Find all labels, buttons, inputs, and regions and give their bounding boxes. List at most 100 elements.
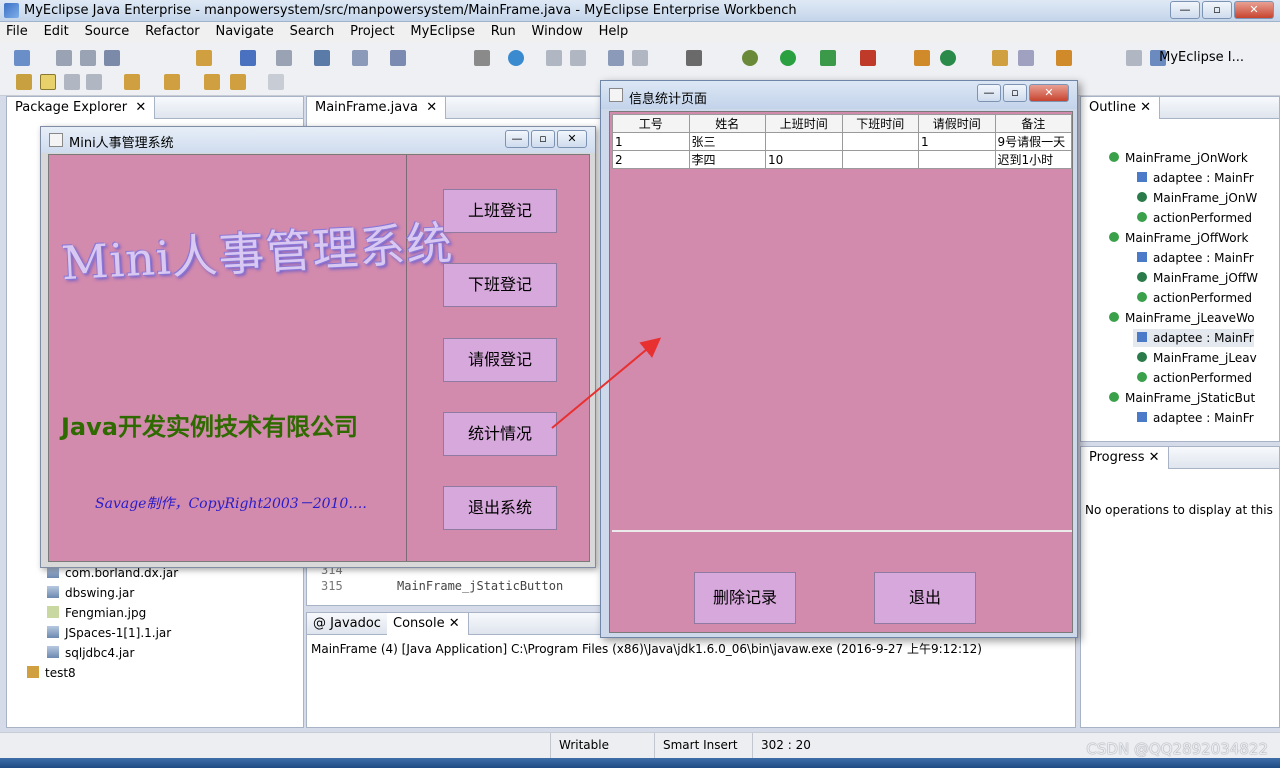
outline-item[interactable]: MainFrame_jLeaveWo bbox=[1109, 309, 1255, 327]
run-icon[interactable] bbox=[780, 50, 796, 66]
menu-file[interactable]: File bbox=[0, 22, 34, 39]
outline-item[interactable]: MainFrame_jOffW bbox=[1137, 269, 1258, 287]
tree-item-jspaces-jar[interactable]: JSpaces-1[1].1.jar bbox=[47, 624, 171, 642]
next-annotation-icon[interactable] bbox=[124, 74, 140, 90]
print-icon[interactable] bbox=[104, 50, 120, 66]
block-select-icon[interactable] bbox=[64, 74, 80, 90]
tools-icon[interactable] bbox=[632, 50, 648, 66]
menu-run[interactable]: Run bbox=[485, 22, 522, 39]
mini-close-button[interactable]: ✕ bbox=[557, 130, 587, 148]
db-icon[interactable] bbox=[546, 50, 562, 66]
outline-item[interactable]: actionPerformed bbox=[1137, 289, 1252, 307]
outline-item[interactable]: adaptee : MainFr bbox=[1137, 249, 1254, 267]
menu-help[interactable]: Help bbox=[593, 22, 635, 39]
menu-project[interactable]: Project bbox=[344, 22, 400, 39]
deploy-icon[interactable] bbox=[314, 50, 330, 66]
minimize-button[interactable]: — bbox=[1170, 1, 1200, 19]
menu-refactor[interactable]: Refactor bbox=[139, 22, 206, 39]
mini-minimize-button[interactable]: — bbox=[505, 130, 529, 148]
col-check-out-time[interactable]: 下班时间 bbox=[841, 114, 919, 133]
menu-search[interactable]: Search bbox=[284, 22, 341, 39]
new-icon[interactable] bbox=[14, 50, 30, 66]
outline-item[interactable]: MainFrame_jOnW bbox=[1137, 189, 1257, 207]
close-icon[interactable]: ✕ bbox=[422, 100, 437, 115]
image-icon[interactable] bbox=[608, 50, 624, 66]
external-tools-icon[interactable] bbox=[860, 50, 876, 66]
cell-employee-id[interactable]: 1 bbox=[612, 132, 690, 151]
new-class-icon[interactable] bbox=[914, 50, 930, 66]
outline-item[interactable]: MainFrame_jLeav bbox=[1137, 349, 1257, 367]
save-icon[interactable] bbox=[56, 50, 72, 66]
menu-window[interactable]: Window bbox=[526, 22, 589, 39]
delete-record-button[interactable]: 删除记录 bbox=[694, 572, 796, 624]
lamp-icon[interactable] bbox=[1056, 50, 1072, 66]
col-leave-time[interactable]: 请假时间 bbox=[918, 114, 996, 133]
mini-maximize-button[interactable]: ▫ bbox=[531, 130, 555, 148]
cell-remarks[interactable]: 9号请假一天 bbox=[994, 132, 1072, 151]
outline-item[interactable]: MainFrame_jStaticBut bbox=[1109, 389, 1255, 407]
check-out-button[interactable]: 下班登记 bbox=[443, 263, 557, 307]
cell-check-in-time[interactable] bbox=[765, 132, 843, 151]
outline-item[interactable]: MainFrame_jOnWork bbox=[1109, 149, 1248, 167]
exit-system-button[interactable]: 退出系统 bbox=[443, 486, 557, 530]
check-in-button[interactable]: 上班登记 bbox=[443, 189, 557, 233]
exit-button[interactable]: 退出 bbox=[874, 572, 976, 624]
toggle-mark-icon[interactable] bbox=[16, 74, 32, 90]
db-explorer-icon[interactable] bbox=[570, 50, 586, 66]
tab-progress[interactable]: Progress ✕ bbox=[1081, 447, 1169, 469]
run-history-icon[interactable] bbox=[820, 50, 836, 66]
cell-check-out-time[interactable] bbox=[841, 132, 919, 151]
highlight-icon[interactable] bbox=[40, 74, 56, 90]
refresh-icon[interactable] bbox=[940, 50, 956, 66]
prev-annotation-icon[interactable] bbox=[164, 74, 180, 90]
wizard-icon[interactable] bbox=[390, 50, 406, 66]
col-employee-id[interactable]: 工号 bbox=[612, 114, 690, 133]
cell-name[interactable]: 张三 bbox=[688, 132, 766, 151]
outline-item[interactable]: MainFrame_jOffWork bbox=[1109, 229, 1248, 247]
outline-item-selected[interactable]: adaptee : MainFr bbox=[1133, 329, 1254, 347]
cell-check-in-time[interactable]: 10 bbox=[765, 150, 843, 169]
tab-package-explorer[interactable]: Package Explorer ✕ bbox=[7, 97, 156, 119]
stats-maximize-button[interactable]: ▫ bbox=[1003, 84, 1027, 102]
open-type-icon[interactable] bbox=[240, 50, 256, 66]
forward-icon[interactable] bbox=[268, 74, 284, 90]
close-icon[interactable]: ✕ bbox=[131, 100, 146, 115]
statistics-button[interactable]: 统计情况 bbox=[443, 412, 557, 456]
perspective-label[interactable]: MyEclipse I... bbox=[1159, 50, 1244, 65]
tree-item-dbswing-jar[interactable]: dbswing.jar bbox=[47, 584, 134, 602]
back-icon[interactable] bbox=[230, 74, 246, 90]
console-icon[interactable] bbox=[276, 50, 292, 66]
stats-close-button[interactable]: ✕ bbox=[1029, 84, 1069, 102]
col-name[interactable]: 姓名 bbox=[688, 114, 766, 133]
leave-register-button[interactable]: 请假登记 bbox=[443, 338, 557, 382]
new-project-icon[interactable] bbox=[196, 50, 212, 66]
tree-item-fengmian-jpg[interactable]: Fengmian.jpg bbox=[47, 604, 146, 622]
outline-item[interactable]: adaptee : MainFr bbox=[1137, 169, 1254, 187]
tree-item-test8[interactable]: test8 bbox=[27, 664, 76, 682]
cell-leave-time[interactable]: 1 bbox=[918, 132, 996, 151]
tab-javadoc[interactable]: @ Javadoc bbox=[307, 613, 390, 635]
save-all-icon[interactable] bbox=[80, 50, 96, 66]
tab-mainframe-java[interactable]: MainFrame.java ✕ bbox=[307, 97, 447, 119]
cell-remarks[interactable]: 迟到1小时 bbox=[994, 150, 1072, 169]
table-row[interactable]: 2 李四 10 迟到1小时 bbox=[612, 150, 1072, 169]
globe-icon[interactable] bbox=[508, 50, 524, 66]
tab-outline[interactable]: Outline ✕ bbox=[1081, 97, 1161, 119]
close-button[interactable]: ✕ bbox=[1234, 1, 1274, 19]
cell-leave-time[interactable] bbox=[918, 150, 996, 169]
server-icon[interactable] bbox=[352, 50, 368, 66]
cell-name[interactable]: 李四 bbox=[688, 150, 766, 169]
menu-edit[interactable]: Edit bbox=[38, 22, 75, 39]
last-edit-icon[interactable] bbox=[204, 74, 220, 90]
menu-navigate[interactable]: Navigate bbox=[209, 22, 279, 39]
whitespace-icon[interactable] bbox=[86, 74, 102, 90]
menu-myeclipse[interactable]: MyEclipse bbox=[404, 22, 481, 39]
brush-icon[interactable] bbox=[1018, 50, 1034, 66]
outline-item[interactable]: adaptee : MainFr bbox=[1137, 409, 1254, 427]
tab-console[interactable]: Console ✕ bbox=[387, 613, 469, 635]
col-check-in-time[interactable]: 上班时间 bbox=[765, 114, 843, 133]
outline-item[interactable]: actionPerformed bbox=[1137, 369, 1252, 387]
cell-check-out-time[interactable] bbox=[841, 150, 919, 169]
open-folder-icon[interactable] bbox=[992, 50, 1008, 66]
browser-icon[interactable] bbox=[474, 50, 490, 66]
